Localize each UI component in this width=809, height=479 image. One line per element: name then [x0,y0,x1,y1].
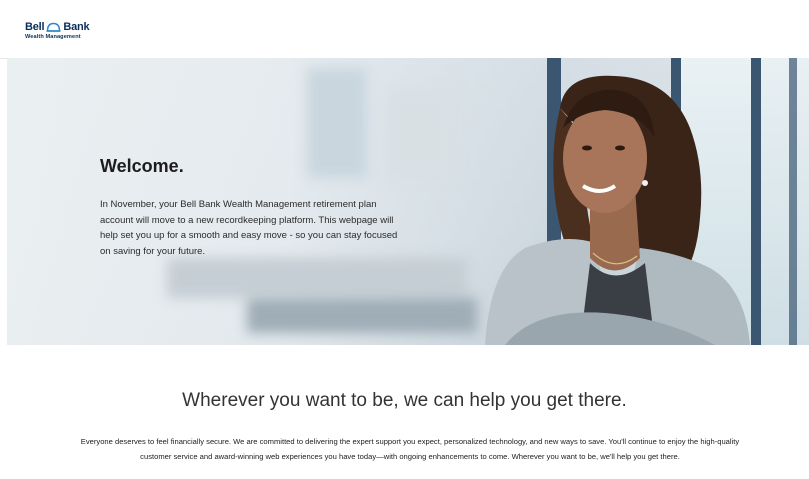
logo-name-left: Bell [25,21,45,33]
section-body: Everyone deserves to feel financially se… [80,437,740,461]
page: Bell Bank Wealth Management Welcome. In … [0,0,809,479]
logo-wordmark: Bell Bank [25,21,105,33]
logo-subtitle: Wealth Management [25,34,81,40]
hero-title: Welcome. [100,156,184,176]
hero-text-block: Welcome. In November, your Bell Bank Wea… [100,156,400,259]
hero-banner: Welcome. In November, your Bell Bank Wea… [7,58,809,345]
woman-portrait-image [485,75,750,345]
logo-name-right: Bank [63,21,90,33]
bell-bank-logo[interactable]: Bell Bank Wealth Management [25,21,105,41]
site-header: Bell Bank Wealth Management [0,0,809,59]
intro-section: Wherever you want to be, we can help you… [0,345,809,479]
hero-body: In November, your Bell Bank Wealth Manag… [100,199,398,257]
section-heading: Wherever you want to be, we can help you… [182,390,627,411]
bell-icon [46,22,61,32]
